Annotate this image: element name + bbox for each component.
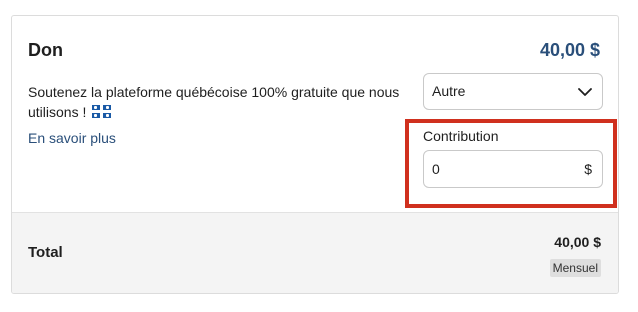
quebec-flag-icon	[92, 105, 112, 118]
donation-amount: 40,00 $	[539, 40, 600, 60]
highlight-box	[405, 119, 617, 208]
donation-description-text: Soutenez la plateforme québécoise 100% g…	[28, 84, 400, 120]
donation-description: Soutenez la plateforme québécoise 100% g…	[28, 82, 408, 122]
total-label: Total	[28, 244, 63, 261]
total-amount: 40,00 $	[554, 234, 601, 250]
donation-title: Don	[28, 40, 63, 60]
frequency-badge: Mensuel	[549, 259, 601, 277]
learn-more-link[interactable]: En savoir plus	[28, 130, 116, 146]
total-footer: Total 40,00 $ Mensuel	[12, 212, 618, 293]
select-value: Autre	[432, 83, 466, 99]
chevron-down-icon	[578, 88, 592, 96]
donation-amount-select[interactable]: Autre	[423, 73, 603, 110]
donation-card: Don 40,00 $ Soutenez la plateforme québé…	[11, 15, 619, 294]
